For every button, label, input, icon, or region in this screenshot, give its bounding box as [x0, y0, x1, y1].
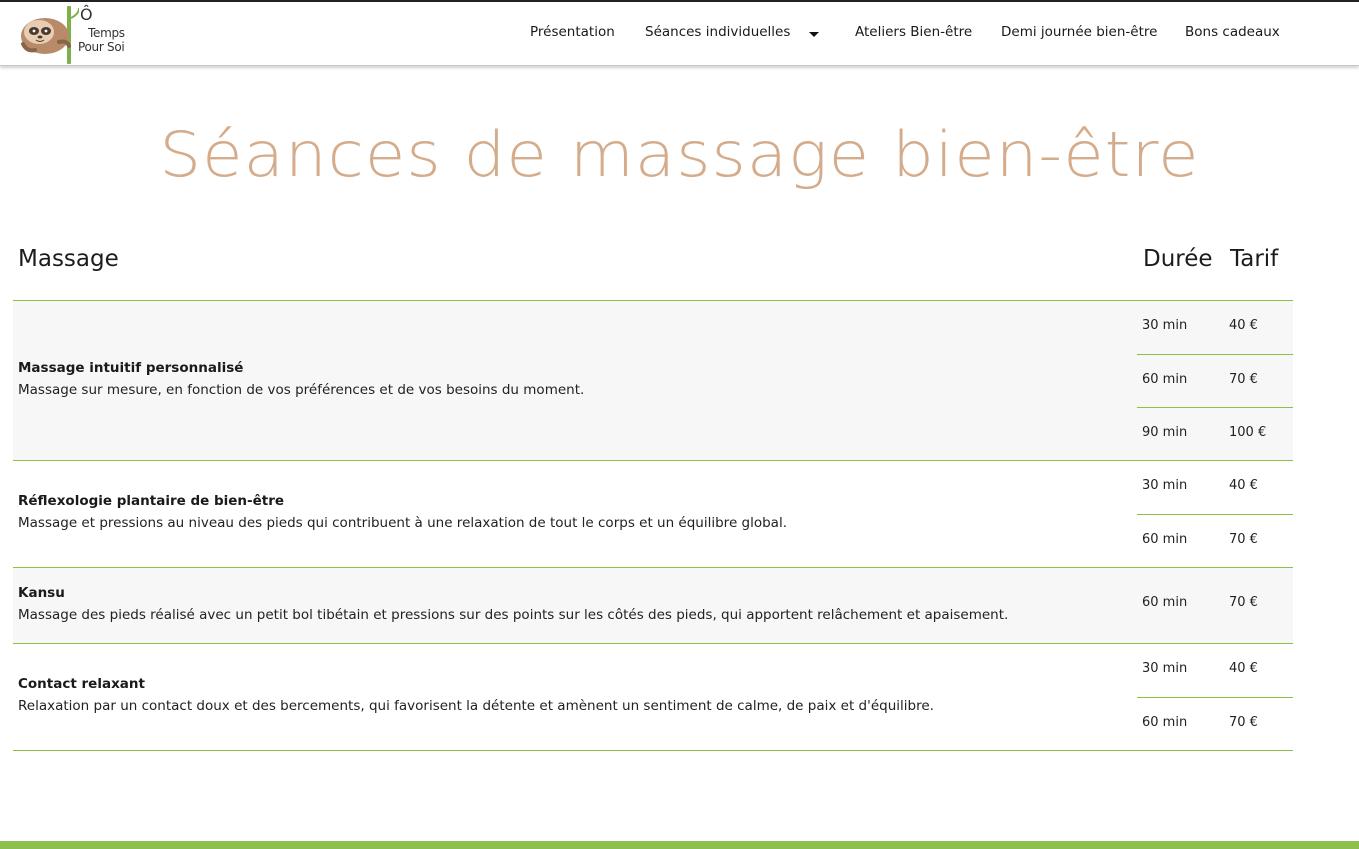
- massage-description: Massage et pressions au niveau des pieds…: [18, 515, 787, 531]
- column-header-duree: Durée: [1143, 246, 1213, 272]
- price: 100 €: [1229, 425, 1267, 440]
- logo-line-1: Ô: [80, 5, 93, 24]
- price-list: 30 min 40 € 60 min 70 €: [1137, 461, 1293, 568]
- row-description: Kansu Massage des pieds réalisé avec un …: [18, 582, 1108, 626]
- page-title: Séances de massage bien-être: [159, 118, 1200, 191]
- price-line: 60 min 70 €: [1137, 515, 1293, 569]
- table-row: Kansu Massage des pieds réalisé avec un …: [13, 568, 1293, 644]
- massage-description: Massage sur mesure, en fonction de vos p…: [18, 382, 585, 398]
- price: 70 €: [1229, 595, 1258, 610]
- price: 40 €: [1229, 478, 1258, 493]
- table-row: Réflexologie plantaire de bien-être Mass…: [13, 461, 1293, 568]
- price-list: 60 min 70 €: [1137, 568, 1293, 644]
- main-navigation: Présentation Séances individuelles Ateli…: [500, 2, 1300, 66]
- price: 40 €: [1229, 318, 1258, 333]
- duration: 90 min: [1142, 425, 1188, 440]
- massage-name: Réflexologie plantaire de bien-être: [18, 493, 285, 509]
- table-row: Contact relaxant Relaxation par un conta…: [13, 644, 1293, 751]
- site-logo[interactable]: Ô Temps Pour Soi: [15, 4, 135, 64]
- price-line: 90 min 100 €: [1137, 408, 1293, 462]
- massage-name: Massage intuitif personnalisé: [18, 360, 244, 376]
- table-header: Massage Durée Tarif: [13, 240, 1293, 301]
- row-description: Massage intuitif personnalisé Massage su…: [18, 357, 1108, 401]
- duration: 60 min: [1142, 595, 1188, 610]
- nav-item-ateliers[interactable]: Ateliers Bien-être: [855, 24, 972, 40]
- duration: 30 min: [1142, 661, 1188, 676]
- site-header: Ô Temps Pour Soi Présentation Séances in…: [0, 2, 1359, 66]
- massage-description: Massage des pieds réalisé avec un petit …: [18, 607, 1009, 623]
- duration: 60 min: [1142, 371, 1188, 387]
- duration: 30 min: [1142, 478, 1188, 493]
- price: 70 €: [1229, 531, 1258, 547]
- price-line: 60 min 70 €: [1137, 568, 1293, 644]
- price-list: 30 min 40 € 60 min 70 €: [1137, 644, 1293, 751]
- logo-text: Ô Temps Pour Soi: [78, 7, 125, 55]
- nav-item-bons-cadeaux[interactable]: Bons cadeaux: [1185, 24, 1280, 40]
- nav-item-seances-individuelles[interactable]: Séances individuelles: [645, 24, 790, 40]
- sloth-logo-icon: [21, 6, 79, 64]
- price: 40 €: [1229, 661, 1258, 676]
- logo-line-3: Pour Soi: [78, 40, 125, 54]
- massage-name: Kansu: [18, 585, 65, 601]
- row-description: Contact relaxant Relaxation par un conta…: [18, 673, 1108, 717]
- price-list: 30 min 40 € 60 min 70 € 90 min 100 €: [1137, 301, 1293, 462]
- massage-name: Contact relaxant: [18, 676, 145, 692]
- price-line: 30 min 40 €: [1137, 461, 1293, 515]
- column-header-massage: Massage: [18, 246, 119, 272]
- nav-item-presentation[interactable]: Présentation: [530, 24, 615, 40]
- price-line: 60 min 70 €: [1137, 698, 1293, 752]
- chevron-down-icon[interactable]: [809, 32, 819, 37]
- row-description: Réflexologie plantaire de bien-être Mass…: [18, 490, 1108, 534]
- duration: 60 min: [1142, 714, 1188, 730]
- table-row: Massage intuitif personnalisé Massage su…: [13, 301, 1293, 461]
- duration: 60 min: [1142, 531, 1188, 547]
- footer-accent-bar: [0, 841, 1359, 849]
- massage-description: Relaxation par un contact doux et des be…: [18, 698, 934, 714]
- price-line: 30 min 40 €: [1137, 301, 1293, 355]
- price-line: 30 min 40 €: [1137, 644, 1293, 698]
- price-line: 60 min 70 €: [1137, 355, 1293, 408]
- logo-line-2: Temps: [88, 26, 125, 40]
- duration: 30 min: [1142, 318, 1188, 333]
- price: 70 €: [1229, 371, 1258, 387]
- column-header-tarif: Tarif: [1230, 246, 1279, 272]
- price: 70 €: [1229, 714, 1258, 730]
- nav-item-demi-journee[interactable]: Demi journée bien-être: [1001, 24, 1157, 40]
- price-table: Massage Durée Tarif Massage intuitif per…: [13, 240, 1293, 751]
